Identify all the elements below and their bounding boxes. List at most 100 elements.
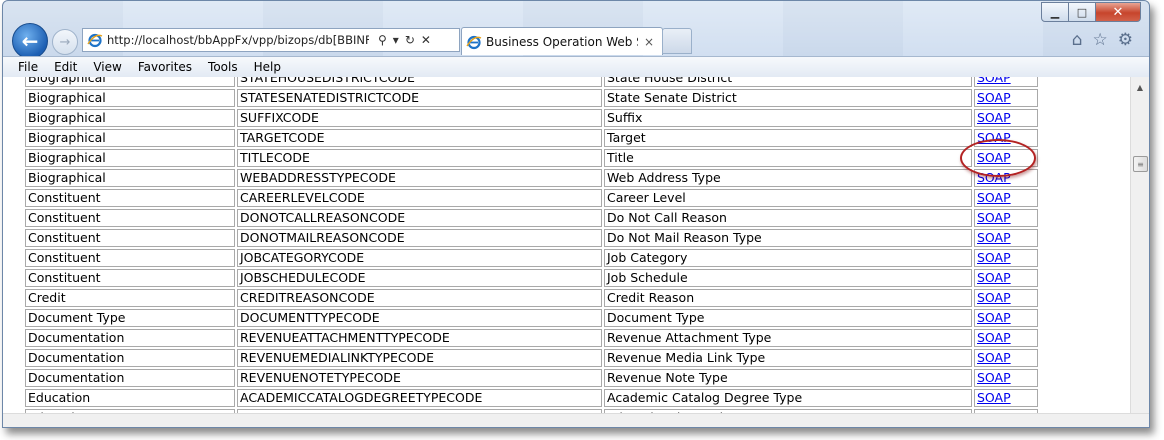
code-cell: REVENUENOTETYPECODE bbox=[237, 369, 602, 387]
soap-link[interactable]: SOAP bbox=[977, 230, 1011, 245]
name-cell: State Senate District bbox=[604, 89, 972, 107]
menu-tools[interactable]: Tools bbox=[200, 60, 246, 74]
code-cell: ACADEMICCATALOGDEGREETYPECODE bbox=[237, 389, 602, 407]
soap-link[interactable]: SOAP bbox=[977, 150, 1011, 165]
browser-window: ▁ □ ✕ ← → http://localhost/bbAppFx/vpp/b… bbox=[2, 0, 1150, 428]
code-cell: REVENUEMEDIALINKTYPECODE bbox=[237, 349, 602, 367]
favorites-star-icon[interactable]: ☆ bbox=[1093, 30, 1108, 50]
vertical-scrollbar[interactable]: ▲ ≡ bbox=[1130, 77, 1149, 413]
ie-tab-icon bbox=[466, 35, 482, 49]
toolbar-icons: ⌂ ☆ ⚙ bbox=[1072, 30, 1133, 50]
menu-favorites[interactable]: Favorites bbox=[130, 60, 200, 74]
category-cell: Credit bbox=[25, 289, 235, 307]
soap-link[interactable]: SOAP bbox=[977, 110, 1011, 125]
scroll-up-icon[interactable]: ▲ bbox=[1131, 79, 1149, 96]
table-row: Biographical STATEHOUSEDISTRICTCODE State … bbox=[25, 77, 1038, 87]
soap-cell: SOAP bbox=[974, 369, 1038, 387]
close-window-button[interactable]: ✕ bbox=[1095, 2, 1141, 22]
table-row: Biographical SUFFIXCODE Suffix SOAP bbox=[25, 109, 1038, 127]
stop-icon[interactable]: ✕ bbox=[421, 33, 431, 47]
forward-button[interactable]: → bbox=[52, 29, 78, 55]
code-table: Biographical STATEHOUSEDISTRICTCODE State … bbox=[23, 77, 1040, 413]
new-tab-button[interactable] bbox=[662, 28, 692, 54]
dropdown-icon[interactable]: ▾ bbox=[393, 33, 399, 47]
home-icon[interactable]: ⌂ bbox=[1072, 30, 1083, 50]
name-cell: Target bbox=[604, 129, 972, 147]
category-cell: Documentation bbox=[25, 349, 235, 367]
soap-cell: SOAP bbox=[974, 289, 1038, 307]
name-cell: Job Category bbox=[604, 249, 972, 267]
back-button[interactable]: ← bbox=[12, 23, 48, 59]
category-cell: Documentation bbox=[25, 369, 235, 387]
table-row: Documentation REVENUENOTETYPECODE Revenue … bbox=[25, 369, 1038, 387]
tab-close-icon[interactable]: × bbox=[644, 35, 654, 49]
soap-link[interactable]: SOAP bbox=[977, 390, 1011, 405]
category-cell: Biographical bbox=[25, 109, 235, 127]
soap-cell: SOAP bbox=[974, 349, 1038, 367]
name-cell: Credit Reason bbox=[604, 289, 972, 307]
code-cell: CAREERLEVELCODE bbox=[237, 189, 602, 207]
category-cell: Constituent bbox=[25, 189, 235, 207]
page-content: Biographical STATEHOUSEDISTRICTCODE State … bbox=[3, 77, 1130, 413]
soap-cell: SOAP bbox=[974, 309, 1038, 327]
soap-link[interactable]: SOAP bbox=[977, 77, 1011, 85]
code-cell: TARGETCODE bbox=[237, 129, 602, 147]
name-cell: Career Level bbox=[604, 189, 972, 207]
tab-business-operation[interactable]: Business Operation Web Se... × bbox=[461, 27, 663, 55]
table-row: Constituent JOBSCHEDULECODE Job Schedule SO… bbox=[25, 269, 1038, 287]
code-cell: STATESENATEDISTRICTCODE bbox=[237, 89, 602, 107]
soap-link[interactable]: SOAP bbox=[977, 330, 1011, 345]
soap-link[interactable]: SOAP bbox=[977, 210, 1011, 225]
soap-cell: SOAP bbox=[974, 189, 1038, 207]
soap-link[interactable]: SOAP bbox=[977, 290, 1011, 305]
soap-link[interactable]: SOAP bbox=[977, 190, 1011, 205]
category-cell: Biographical bbox=[25, 89, 235, 107]
code-cell: DONOTMAILREASONCODE bbox=[237, 229, 602, 247]
name-cell: Web Address Type bbox=[604, 169, 972, 187]
name-cell: Revenue Media Link Type bbox=[604, 349, 972, 367]
maximize-button[interactable]: □ bbox=[1068, 2, 1096, 22]
name-cell: Document Type bbox=[604, 309, 972, 327]
menu-help[interactable]: Help bbox=[246, 60, 289, 74]
address-tools: ⚲ ▾ ↻ ✕ bbox=[375, 33, 434, 47]
soap-cell: SOAP bbox=[974, 269, 1038, 287]
category-cell: Education bbox=[25, 389, 235, 407]
soap-link[interactable]: SOAP bbox=[977, 250, 1011, 265]
code-cell: JOBCATEGORYCODE bbox=[237, 249, 602, 267]
category-cell: Biographical bbox=[25, 77, 235, 87]
table-row: Biographical TITLECODE Title SOAP bbox=[25, 149, 1038, 167]
soap-cell: SOAP bbox=[974, 169, 1038, 187]
menu-view[interactable]: View bbox=[85, 60, 129, 74]
address-bar[interactable]: http://localhost/bbAppFx/vpp/bizops/db[B… bbox=[82, 28, 460, 52]
minimize-button[interactable]: ▁ bbox=[1041, 2, 1069, 22]
category-cell: Constituent bbox=[25, 209, 235, 227]
refresh-icon[interactable]: ↻ bbox=[405, 33, 415, 47]
forward-arrow-icon: → bbox=[59, 34, 71, 50]
name-cell: Title bbox=[604, 149, 972, 167]
soap-link[interactable]: SOAP bbox=[977, 170, 1011, 185]
code-cell: DONOTCALLREASONCODE bbox=[237, 209, 602, 227]
table-row: Credit CREDITREASONCODE Credit Reason SOAP bbox=[25, 289, 1038, 307]
category-cell: Constituent bbox=[25, 249, 235, 267]
code-cell: STATEHOUSEDISTRICTCODE bbox=[237, 77, 602, 87]
category-cell: Biographical bbox=[25, 149, 235, 167]
soap-cell: SOAP bbox=[974, 329, 1038, 347]
table-row: Constituent DONOTCALLREASONCODE Do Not Cal… bbox=[25, 209, 1038, 227]
code-cell: JOBSCHEDULECODE bbox=[237, 269, 602, 287]
soap-cell: SOAP bbox=[974, 209, 1038, 227]
code-cell: WEBADDRESSTYPECODE bbox=[237, 169, 602, 187]
soap-cell: SOAP bbox=[974, 109, 1038, 127]
soap-link[interactable]: SOAP bbox=[977, 370, 1011, 385]
search-icon[interactable]: ⚲ bbox=[378, 33, 387, 47]
menu-edit[interactable]: Edit bbox=[46, 60, 85, 74]
soap-link[interactable]: SOAP bbox=[977, 130, 1011, 145]
gear-icon[interactable]: ⚙ bbox=[1118, 30, 1133, 50]
soap-link[interactable]: SOAP bbox=[977, 90, 1011, 105]
soap-link[interactable]: SOAP bbox=[977, 270, 1011, 285]
menu-file[interactable]: File bbox=[3, 60, 46, 74]
scroll-thumb[interactable]: ≡ bbox=[1133, 156, 1148, 172]
address-url[interactable]: http://localhost/bbAppFx/vpp/bizops/db[B… bbox=[107, 33, 369, 47]
category-cell: Document Type bbox=[25, 309, 235, 327]
soap-link[interactable]: SOAP bbox=[977, 350, 1011, 365]
soap-link[interactable]: SOAP bbox=[977, 310, 1011, 325]
